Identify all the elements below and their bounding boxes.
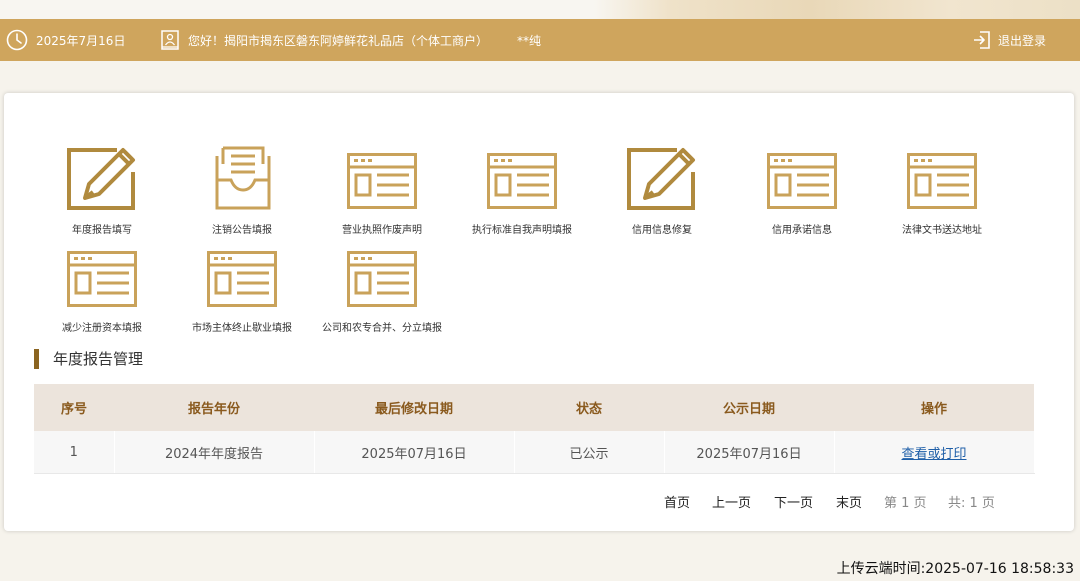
annual-report-table: 序号 报告年份 最后修改日期 状态 公示日期 操作 1 2024年年度报告 20… — [34, 384, 1035, 474]
tile-label: 执行标准自我声明填报 — [472, 225, 572, 236]
tile-standard-declaration[interactable]: 执行标准自我声明填报 — [452, 145, 592, 243]
column-header: 公示日期 — [664, 384, 834, 431]
table-row: 1 2024年年度报告 2025年07月16日 已公示 2025年07月16日 … — [34, 431, 1035, 474]
edit-pen-icon — [627, 145, 699, 211]
tile-annual-report[interactable]: 年度报告填写 — [32, 145, 172, 243]
tile-merger-division[interactable]: 公司和农专合并、分立填报 — [312, 243, 452, 341]
tile-business-suspension[interactable]: 市场主体终止歇业填报 — [172, 243, 312, 341]
tile-label: 市场主体终止歇业填报 — [192, 323, 292, 334]
cell-index: 1 — [34, 431, 115, 474]
total-pages: 共: 1 页 — [948, 496, 995, 511]
cell-report-year: 2024年年度报告 — [114, 431, 315, 474]
tile-credit-repair[interactable]: 信用信息修复 — [592, 145, 732, 243]
inbox-tray-icon — [207, 145, 279, 211]
user-name: **纯 — [517, 33, 542, 48]
form-window-icon — [907, 153, 977, 209]
column-header: 报告年份 — [114, 384, 314, 431]
tile-label: 减少注册资本填报 — [62, 323, 142, 334]
top-decorative-strip — [0, 0, 1080, 19]
logout-button[interactable]: 退出登录 — [972, 19, 1046, 61]
logout-icon — [972, 29, 992, 51]
page-number: 第 1 页 — [884, 496, 927, 511]
edit-pen-icon — [67, 145, 139, 211]
tile-legal-address[interactable]: 法律文书送达地址 — [872, 145, 1012, 243]
column-header: 序号 — [34, 384, 114, 431]
next-page-button[interactable]: 下一页 — [774, 492, 813, 511]
tile-label: 信用承诺信息 — [772, 225, 832, 236]
greeting-text: 您好！揭阳市揭东区磐东阿婷鲜花礼品店（个体工商户） — [188, 33, 489, 48]
upload-timestamp: 上传云端时间:2025-07-16 18:58:33 — [836, 561, 1074, 577]
greeting-area: 您好！揭阳市揭东区磐东阿婷鲜花礼品店（个体工商户） — [160, 19, 488, 61]
prev-page-button[interactable]: 上一页 — [712, 492, 751, 511]
form-window-icon — [207, 251, 277, 307]
tile-cancellation-notice[interactable]: 注销公告填报 — [172, 145, 312, 243]
cell-publish-date: 2025年07月16日 — [664, 431, 835, 474]
user-badge-icon — [160, 29, 180, 51]
tile-license-void[interactable]: 营业执照作废声明 — [312, 145, 452, 243]
form-window-icon — [347, 251, 417, 307]
tile-label: 信用信息修复 — [632, 225, 692, 236]
tile-label: 营业执照作废声明 — [342, 225, 422, 236]
column-header: 最后修改日期 — [314, 384, 514, 431]
column-header: 操作 — [834, 384, 1034, 431]
first-page-button[interactable]: 首页 — [664, 492, 690, 511]
cell-status: 已公示 — [514, 431, 665, 474]
form-window-icon — [487, 153, 557, 209]
last-page-button[interactable]: 末页 — [836, 492, 862, 511]
current-date: 2025年7月16日 — [36, 33, 126, 48]
tile-label: 法律文书送达地址 — [902, 225, 982, 236]
form-window-icon — [767, 153, 837, 209]
main-card: 年度报告填写 注销公告填报 营业执照作废声明 执行标准自我声明填报 信用信息修复… — [4, 93, 1074, 531]
logout-label: 退出登录 — [998, 33, 1047, 48]
tile-label: 公司和农专合并、分立填报 — [322, 323, 442, 334]
tile-label: 注销公告填报 — [212, 225, 272, 236]
view-print-link[interactable]: 查看或打印 — [834, 431, 1035, 474]
header-bar: 2025年7月16日 您好！揭阳市揭东区磐东阿婷鲜花礼品店（个体工商户） **纯… — [0, 19, 1080, 61]
column-header: 状态 — [514, 384, 664, 431]
cell-modified-date: 2025年07月16日 — [314, 431, 515, 474]
clock-icon — [6, 29, 28, 51]
tile-credit-commitment[interactable]: 信用承诺信息 — [732, 145, 872, 243]
section-title: 年度报告管理 — [34, 349, 143, 369]
form-window-icon — [347, 153, 417, 209]
tile-label: 年度报告填写 — [72, 225, 132, 236]
pagination: 首页 上一页 下一页 末页 第 1 页 共: 1 页 — [4, 492, 1074, 512]
tile-capital-reduction[interactable]: 减少注册资本填报 — [32, 243, 172, 341]
table-header-row: 序号 报告年份 最后修改日期 状态 公示日期 操作 — [34, 384, 1034, 431]
form-window-icon — [67, 251, 137, 307]
date-display: 2025年7月16日 — [6, 19, 125, 61]
